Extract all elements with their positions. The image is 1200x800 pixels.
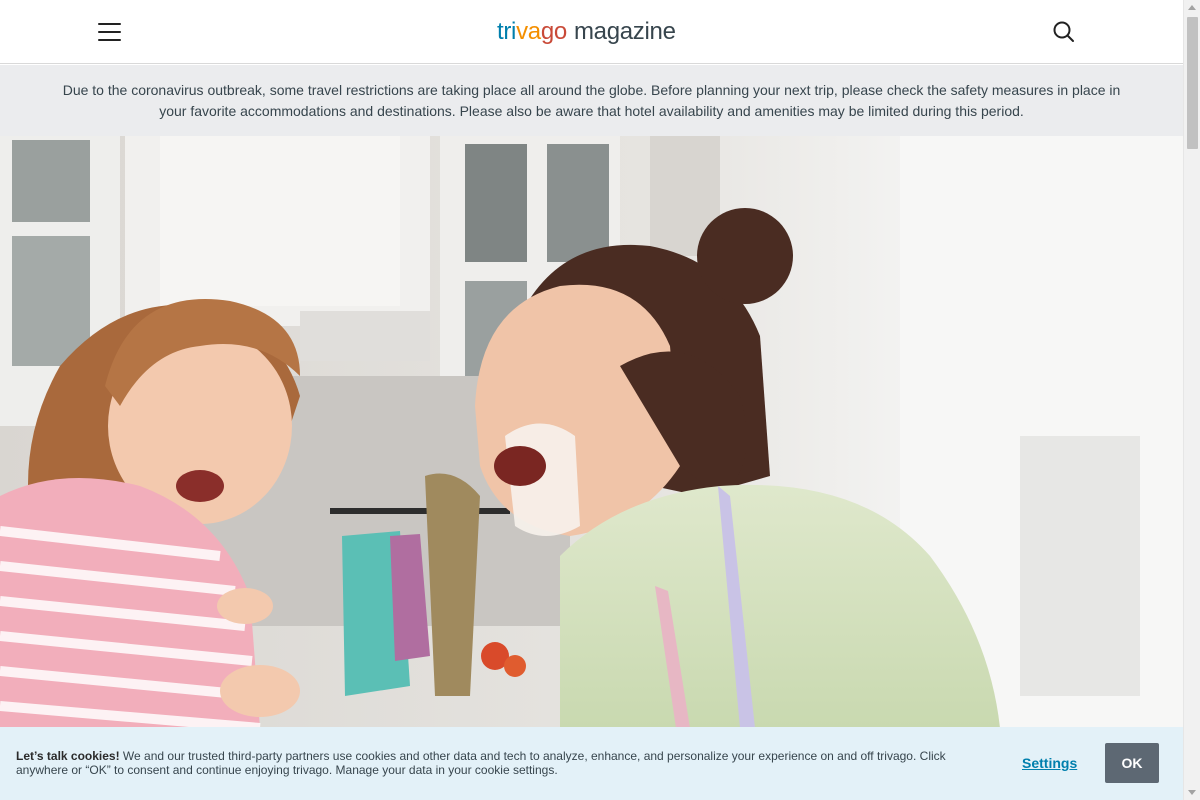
- cookie-ok-button[interactable]: OK: [1105, 743, 1159, 783]
- cookie-message: Let’s talk cookies! We and our trusted t…: [16, 749, 976, 777]
- hamburger-menu-icon[interactable]: [97, 20, 123, 44]
- logo-va: va: [516, 18, 541, 45]
- search-icon[interactable]: [1052, 20, 1076, 44]
- notice-text: Due to the coronavirus outbreak, some tr…: [62, 81, 1121, 119]
- cookie-settings-link[interactable]: Settings: [1022, 755, 1077, 771]
- scroll-down-arrow-icon[interactable]: [1188, 790, 1196, 795]
- site-header: trivago magazine: [0, 0, 1183, 64]
- cookie-body: We and our trusted third-party partners …: [16, 749, 946, 777]
- travel-restrictions-notice: Due to the coronavirus outbreak, some tr…: [0, 65, 1183, 136]
- hero-photo: [0, 136, 1183, 728]
- logo-tri: tri: [497, 18, 517, 45]
- cookie-consent-bar[interactable]: Let’s talk cookies! We and our trusted t…: [0, 727, 1183, 800]
- scroll-up-arrow-icon[interactable]: [1188, 5, 1196, 10]
- scrollbar-thumb[interactable]: [1187, 17, 1198, 149]
- page-scrollbar[interactable]: [1183, 0, 1200, 800]
- trivago-magazine-logo[interactable]: trivago magazine: [497, 16, 676, 48]
- logo-magazine: magazine: [573, 18, 676, 45]
- logo-go: go: [540, 18, 567, 45]
- hero-photo-illustration: [0, 136, 1183, 728]
- cookie-heading: Let’s talk cookies!: [16, 749, 120, 763]
